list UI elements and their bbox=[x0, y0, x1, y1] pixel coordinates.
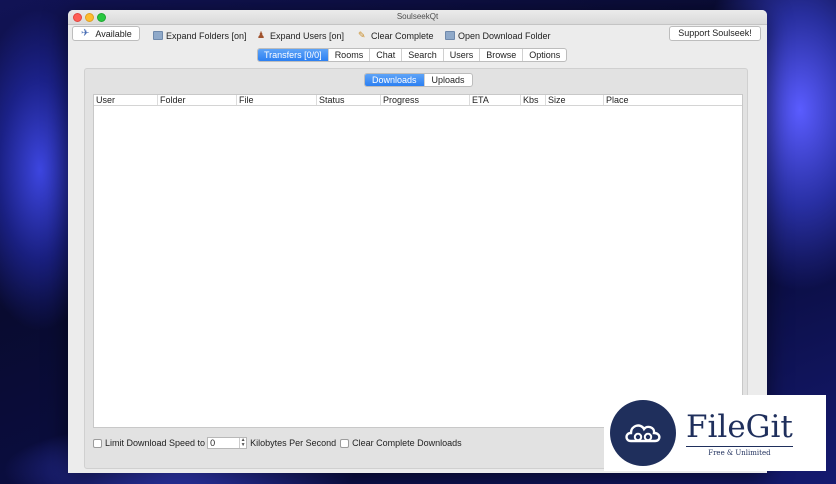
speed-limit-input[interactable]: 0 ▲ ▼ bbox=[207, 437, 248, 449]
broom-icon: ✎ bbox=[358, 30, 366, 40]
main-tabs: Transfers [0/0] Rooms Chat Search Users … bbox=[257, 48, 568, 62]
open-download-folder-label: Open Download Folder bbox=[458, 30, 551, 41]
column-header-folder[interactable]: Folder bbox=[158, 95, 237, 105]
tab-chat[interactable]: Chat bbox=[370, 49, 403, 61]
limit-speed-checkbox[interactable] bbox=[93, 438, 102, 448]
tab-uploads[interactable]: Uploads bbox=[425, 74, 472, 86]
tab-options[interactable]: Options bbox=[523, 49, 566, 61]
column-header-size[interactable]: Size bbox=[546, 95, 604, 105]
column-header-kbs[interactable]: Kbs bbox=[521, 95, 546, 105]
tab-rooms[interactable]: Rooms bbox=[329, 49, 371, 61]
table-header: User Folder File Status Progress ETA Kbs… bbox=[94, 95, 742, 106]
expand-users-button[interactable]: ♟ Expand Users [on] bbox=[257, 29, 344, 42]
tab-transfers[interactable]: Transfers [0/0] bbox=[258, 49, 329, 61]
status-label: Available bbox=[95, 28, 132, 39]
tab-downloads[interactable]: Downloads bbox=[365, 74, 425, 86]
expand-users-label: Expand Users [on] bbox=[270, 30, 345, 41]
column-header-place[interactable]: Place bbox=[604, 95, 742, 105]
column-header-eta[interactable]: ETA bbox=[470, 95, 521, 105]
users-icon: ♟ bbox=[257, 30, 266, 40]
clear-complete-button[interactable]: ✎ Clear Complete bbox=[358, 29, 434, 42]
column-header-status[interactable]: Status bbox=[317, 95, 381, 105]
support-button[interactable]: Support Soulseek! bbox=[669, 26, 761, 41]
speed-units-label: Kilobytes Per Second bbox=[250, 438, 337, 448]
filegit-watermark: FileGit Free & Unlimited bbox=[604, 395, 826, 471]
tab-browse[interactable]: Browse bbox=[480, 49, 524, 61]
speed-limit-value: 0 bbox=[210, 438, 216, 448]
column-header-user[interactable]: User bbox=[94, 95, 158, 105]
clear-complete-label: Clear Complete bbox=[371, 30, 434, 41]
watermark-name: FileGit bbox=[686, 408, 793, 445]
clear-complete-downloads-label: Clear Complete Downloads bbox=[352, 438, 462, 448]
toolbar: ✈ Available Expand Folders [on] ♟ Expand… bbox=[68, 26, 767, 44]
downloads-table[interactable]: User Folder File Status Progress ETA Kbs… bbox=[93, 94, 743, 428]
expand-folders-button[interactable]: Expand Folders [on] bbox=[153, 29, 247, 42]
window-title: SoulseekQt bbox=[396, 12, 439, 21]
open-download-folder-button[interactable]: Open Download Folder bbox=[445, 29, 551, 42]
column-header-file[interactable]: File bbox=[237, 95, 317, 105]
tab-users[interactable]: Users bbox=[444, 49, 481, 61]
folder-icon bbox=[153, 31, 163, 40]
cloud-logo-icon bbox=[610, 400, 676, 466]
plane-icon: ✈ bbox=[81, 27, 90, 39]
tab-search[interactable]: Search bbox=[402, 49, 444, 61]
limit-speed-label: Limit Download Speed to bbox=[105, 438, 206, 448]
transfer-subtabs: Downloads Uploads bbox=[364, 73, 473, 87]
stepper-arrows-icon[interactable]: ▲ ▼ bbox=[239, 438, 246, 448]
status-button[interactable]: ✈ Available bbox=[72, 26, 140, 41]
title-bar: SoulseekQt bbox=[68, 10, 767, 25]
watermark-tagline: Free & Unlimited bbox=[686, 445, 793, 457]
expand-folders-label: Expand Folders [on] bbox=[166, 30, 247, 41]
column-header-progress[interactable]: Progress bbox=[381, 95, 470, 105]
folder-icon bbox=[445, 31, 455, 40]
clear-complete-downloads-checkbox[interactable] bbox=[340, 438, 350, 448]
